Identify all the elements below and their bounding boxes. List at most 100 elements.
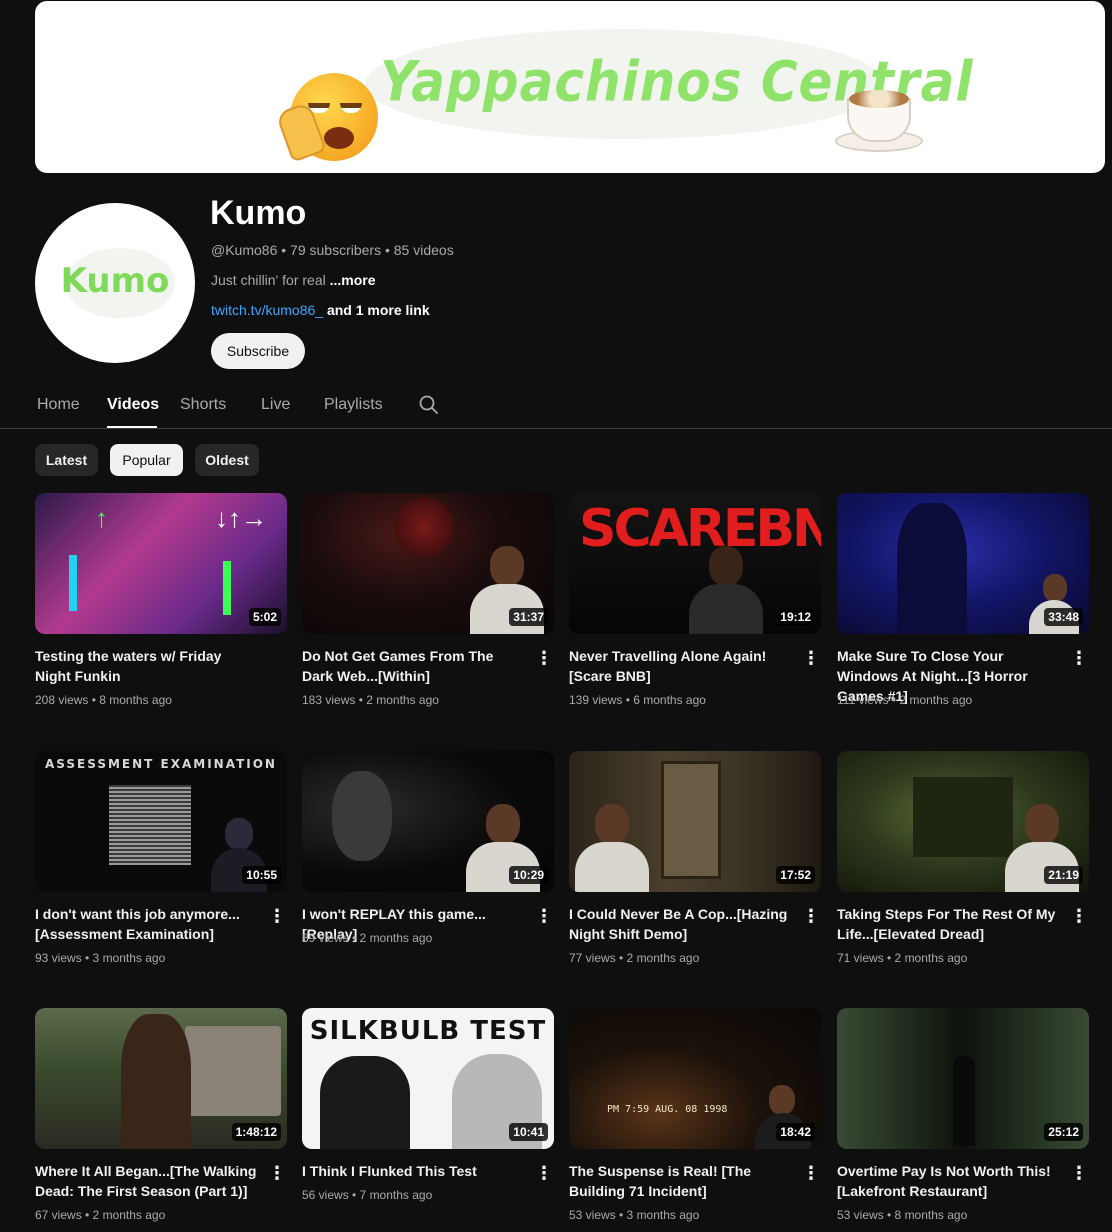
video-duration: 17:52 <box>776 866 815 884</box>
video-card[interactable]: PM 7:59 AUG. 08 1998 18:42 The Suspense … <box>569 1008 821 1232</box>
subscribe-button[interactable]: Subscribe <box>211 333 305 369</box>
video-meta: 111 views • 2 months ago <box>837 693 973 707</box>
chip-oldest[interactable]: Oldest <box>195 444 259 476</box>
channel-description[interactable]: Just chillin' for real ...more <box>211 272 376 288</box>
camcorder-timestamp: PM 7:59 AUG. 08 1998 <box>607 1104 728 1115</box>
video-meta: 139 views • 6 months ago <box>569 693 706 707</box>
thumbnail-text: ASSESSMENT EXAMINATION <box>45 757 277 771</box>
search-icon[interactable] <box>419 395 439 415</box>
twitch-link[interactable]: twitch.tv/kumo86_ <box>211 302 323 318</box>
video-card[interactable]: 33:48 Make Sure To Close Your Windows At… <box>837 493 1089 723</box>
video-card[interactable]: 21:19 Taking Steps For The Rest Of My Li… <box>837 751 1089 981</box>
video-duration: 21:19 <box>1044 866 1083 884</box>
video-menu-button[interactable]: ⋮ <box>801 647 821 671</box>
static-face <box>109 785 191 865</box>
mouth <box>324 127 354 149</box>
video-thumbnail[interactable]: SCAREBNB 19:12 <box>569 493 821 634</box>
channel-name: Kumo <box>210 194 307 232</box>
video-duration: 25:12 <box>1044 1123 1083 1141</box>
video-meta: 89 views • 2 months ago <box>302 931 433 945</box>
right-eye <box>340 103 362 113</box>
video-thumbnail[interactable]: 33:48 <box>837 493 1089 634</box>
video-menu-button[interactable]: ⋮ <box>267 905 287 929</box>
video-card[interactable]: SILKBULB TEST 10:41 I Think I Flunked Th… <box>302 1008 554 1232</box>
video-card[interactable]: 17:52 I Could Never Be A Cop...[Hazing N… <box>569 751 821 981</box>
thumbnail-text: SILKBULB TEST <box>309 1016 547 1046</box>
tab-live[interactable]: Live <box>261 396 290 414</box>
video-title[interactable]: Do Not Get Games From The Dark Web...[Wi… <box>302 646 528 686</box>
video-thumbnail[interactable]: ↑ ↓↑→ 5:02 <box>35 493 287 634</box>
active-tab-indicator <box>107 426 157 428</box>
chip-latest[interactable]: Latest <box>35 444 98 476</box>
video-duration: 1:48:12 <box>231 1123 281 1141</box>
video-menu-button[interactable]: ⋮ <box>801 905 821 929</box>
video-meta: 183 views • 2 months ago <box>302 693 439 707</box>
video-card[interactable]: 25:12 Overtime Pay Is Not Worth This! [L… <box>837 1008 1089 1232</box>
video-meta: 71 views • 2 months ago <box>837 951 968 965</box>
chip-popular[interactable]: Popular <box>110 444 183 476</box>
video-meta: 53 views • 3 months ago <box>569 1208 700 1222</box>
tab-videos[interactable]: Videos <box>107 396 159 414</box>
video-card[interactable]: 31:37 Do Not Get Games From The Dark Web… <box>302 493 554 723</box>
video-duration: 18:42 <box>776 1123 815 1141</box>
video-menu-button[interactable]: ⋮ <box>534 1162 554 1186</box>
lee-character <box>121 1014 191 1149</box>
video-menu-button[interactable]: ⋮ <box>1069 905 1089 929</box>
video-title[interactable]: Taking Steps For The Rest Of My Life...[… <box>837 904 1063 944</box>
channel-tabs: Home Videos Shorts Live Playlists <box>0 380 1112 429</box>
video-thumbnail[interactable]: 31:37 <box>302 493 554 634</box>
video-meta: 77 views • 2 months ago <box>569 951 700 965</box>
video-menu-button[interactable]: ⋮ <box>534 647 554 671</box>
video-thumbnail[interactable]: 17:52 <box>569 751 821 892</box>
video-title[interactable]: Overtime Pay Is Not Worth This! [Lakefro… <box>837 1161 1063 1201</box>
description-more-link[interactable]: ...more <box>330 272 376 288</box>
channel-banner: Yappachinos Central <box>35 1 1105 173</box>
video-duration: 10:29 <box>509 866 548 884</box>
video-menu-button[interactable]: ⋮ <box>267 1162 287 1186</box>
tab-shorts[interactable]: Shorts <box>180 396 226 414</box>
video-thumbnail[interactable]: SILKBULB TEST 10:41 <box>302 1008 554 1149</box>
video-title[interactable]: Never Travelling Alone Again! [Scare BNB… <box>569 646 795 686</box>
video-meta: 208 views • 8 months ago <box>35 693 172 707</box>
channel-meta: @Kumo86 • 79 subscribers • 85 videos <box>211 242 454 258</box>
video-thumbnail[interactable]: 10:29 <box>302 751 554 892</box>
video-duration: 10:55 <box>242 866 281 884</box>
demon-figure <box>394 497 454 557</box>
video-thumbnail[interactable]: ASSESSMENT EXAMINATION 10:55 <box>35 751 287 892</box>
description-text: Just chillin' for real <box>211 272 326 288</box>
video-thumbnail[interactable]: PM 7:59 AUG. 08 1998 18:42 <box>569 1008 821 1149</box>
video-thumbnail[interactable]: 25:12 <box>837 1008 1089 1149</box>
tab-home[interactable]: Home <box>37 396 80 414</box>
more-links-button[interactable]: and 1 more link <box>327 302 430 318</box>
latte-foam <box>849 90 909 108</box>
video-thumbnail[interactable]: 21:19 <box>837 751 1089 892</box>
video-menu-button[interactable]: ⋮ <box>1069 1162 1089 1186</box>
video-title[interactable]: Testing the waters w/ Friday Night Funki… <box>35 646 261 686</box>
hold-note <box>69 555 77 611</box>
pale-figure <box>332 771 392 861</box>
video-card[interactable]: 10:29 I won't REPLAY this game...[Replay… <box>302 751 554 981</box>
video-duration: 5:02 <box>248 608 281 626</box>
video-card[interactable]: ↑ ↓↑→ 5:02 Testing the waters w/ Friday … <box>35 493 287 723</box>
video-title[interactable]: The Suspense is Real! [The Building 71 I… <box>569 1161 795 1201</box>
video-card[interactable]: ASSESSMENT EXAMINATION 10:55 I don't wan… <box>35 751 287 981</box>
channel-avatar[interactable]: Kumo <box>35 203 195 363</box>
video-title[interactable]: I don't want this job anymore...[Assessm… <box>35 904 261 944</box>
channel-links: twitch.tv/kumo86_ and 1 more link <box>211 302 430 318</box>
video-menu-button[interactable]: ⋮ <box>534 905 554 929</box>
tab-playlists[interactable]: Playlists <box>324 396 383 414</box>
video-menu-button[interactable]: ⋮ <box>1069 647 1089 671</box>
video-duration: 33:48 <box>1044 608 1083 626</box>
video-duration: 31:37 <box>509 608 548 626</box>
video-menu-button[interactable]: ⋮ <box>801 1162 821 1186</box>
video-title[interactable]: Where It All Began...[The Walking Dead: … <box>35 1161 261 1201</box>
video-title[interactable]: I Think I Flunked This Test <box>302 1161 528 1181</box>
hold-note <box>223 561 231 615</box>
coffee-cup-icon <box>835 86 923 158</box>
video-meta: 67 views • 2 months ago <box>35 1208 166 1222</box>
video-thumbnail[interactable]: 1:48:12 <box>35 1008 287 1149</box>
video-card[interactable]: SCAREBNB 19:12 Never Travelling Alone Ag… <box>569 493 821 723</box>
video-title[interactable]: I Could Never Be A Cop...[Hazing Night S… <box>569 904 795 944</box>
avatar-label: Kumo <box>60 261 170 301</box>
video-card[interactable]: 1:48:12 Where It All Began...[The Walkin… <box>35 1008 287 1232</box>
